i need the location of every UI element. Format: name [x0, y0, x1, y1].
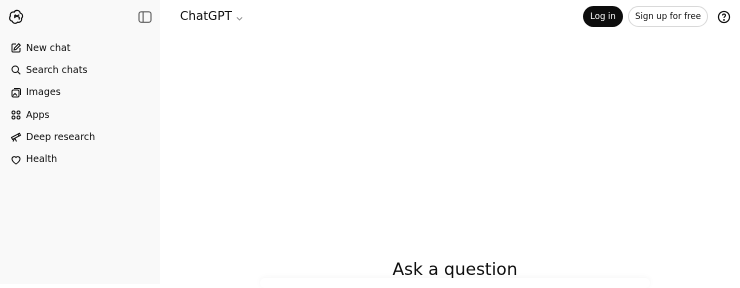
- apps-icon: [10, 109, 22, 121]
- images-icon: [10, 87, 22, 99]
- sidebar-nav: New chat Search chats Images Apps Deep r…: [0, 37, 160, 171]
- model-label: ChatGPT: [180, 9, 232, 23]
- heart-icon: [10, 154, 22, 166]
- sidebar-item-health[interactable]: Health: [0, 148, 160, 170]
- sidebar-item-label: New chat: [26, 42, 71, 54]
- sidebar-item-label: Apps: [26, 109, 50, 121]
- sidebar-item-label: Search chats: [26, 64, 88, 76]
- login-button[interactable]: Log in: [583, 6, 623, 27]
- sidebar: New chat Search chats Images Apps Deep r…: [0, 0, 160, 284]
- signup-button[interactable]: Sign up for free: [628, 6, 708, 27]
- search-icon: [10, 64, 22, 76]
- sidebar-header: [0, 0, 160, 34]
- composer-box[interactable]: [260, 278, 650, 288]
- new-chat-icon: [10, 42, 22, 54]
- openai-logo-icon[interactable]: [8, 8, 26, 26]
- sidebar-item-label: Images: [26, 87, 61, 99]
- help-icon[interactable]: [717, 9, 731, 24]
- sidebar-item-apps[interactable]: Apps: [0, 104, 160, 126]
- sidebar-item-search-chats[interactable]: Search chats: [0, 59, 160, 81]
- sidebar-item-images[interactable]: Images: [0, 82, 160, 104]
- sidebar-item-new-chat[interactable]: New chat: [0, 37, 160, 59]
- telescope-icon: [10, 131, 22, 143]
- sidebar-item-deep-research[interactable]: Deep research: [0, 126, 160, 148]
- main-panel: ChatGPT Log in Sign up for free Ask a qu…: [160, 0, 740, 288]
- sidebar-item-label: Health: [26, 154, 58, 166]
- prompt-heading: Ask a question: [392, 260, 518, 280]
- sidebar-item-label: Deep research: [26, 131, 96, 143]
- chevron-down-icon: [235, 12, 244, 21]
- sidebar-toggle-icon[interactable]: [136, 8, 154, 26]
- model-selector[interactable]: ChatGPT: [180, 9, 244, 23]
